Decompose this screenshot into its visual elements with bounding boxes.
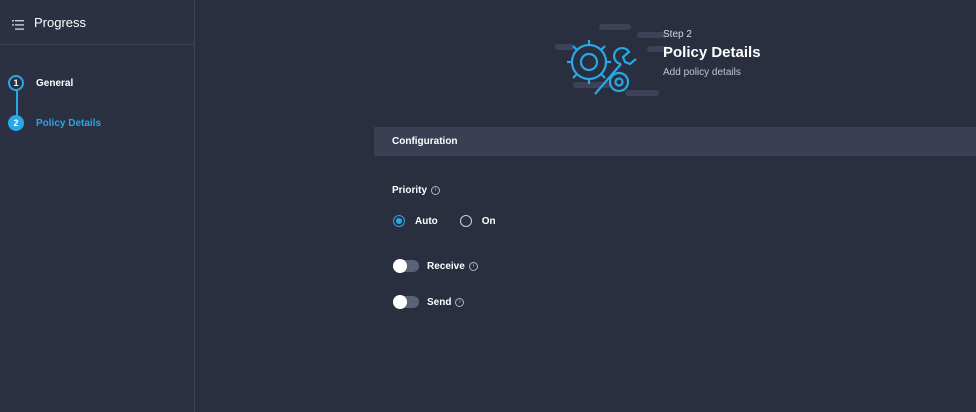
step-indicator: Step 2 (663, 29, 692, 40)
info-icon[interactable]: i (431, 186, 441, 195)
progress-sidebar: Progress 1 General 2 Policy Details (0, 0, 195, 412)
priority-label-text: Priority (392, 185, 428, 196)
step-number: 1 (8, 75, 24, 91)
step-list: 1 General 2 Policy Details (0, 45, 194, 143)
receive-row: Receive i (393, 259, 478, 273)
step-label: General (36, 77, 74, 89)
priority-radio-group: Auto On (393, 215, 518, 227)
step-number: 2 (8, 115, 24, 131)
section-title: Configuration (392, 136, 458, 147)
page-title: Policy Details (663, 44, 761, 61)
send-label-text: Send (427, 296, 452, 308)
send-toggle[interactable] (393, 295, 419, 309)
radio-label: Auto (415, 215, 438, 227)
radio-button[interactable] (459, 215, 472, 227)
step-header: Step 2 Policy Details Add policy details (663, 29, 761, 78)
step-general[interactable]: 1 General (0, 63, 194, 103)
info-icon[interactable]: i (455, 297, 465, 307)
step-policy-details[interactable]: 2 Policy Details (0, 103, 194, 143)
receive-toggle[interactable] (393, 259, 419, 273)
page-subtitle: Add policy details (663, 67, 741, 78)
priority-label: Priority i (392, 185, 441, 196)
radio-label: On (481, 215, 496, 227)
send-row: Send i (393, 295, 465, 309)
radio-auto[interactable]: Auto (393, 215, 438, 227)
gear-wrench-illustration (555, 22, 675, 102)
sidebar-title: Progress (34, 14, 87, 30)
step-label: Policy Details (36, 117, 102, 129)
send-label: Send i (427, 296, 465, 308)
configuration-section-header: Configuration (374, 127, 976, 156)
radio-button[interactable] (393, 215, 405, 227)
info-icon[interactable]: i (468, 261, 478, 271)
sidebar-header: Progress (0, 0, 194, 45)
receive-label-text: Receive (427, 260, 465, 272)
receive-label: Receive i (427, 261, 478, 272)
menu-list-icon[interactable] (12, 17, 24, 30)
main-panel: Step 2 Policy Details Add policy details… (195, 0, 976, 412)
radio-on[interactable]: On (459, 215, 496, 227)
